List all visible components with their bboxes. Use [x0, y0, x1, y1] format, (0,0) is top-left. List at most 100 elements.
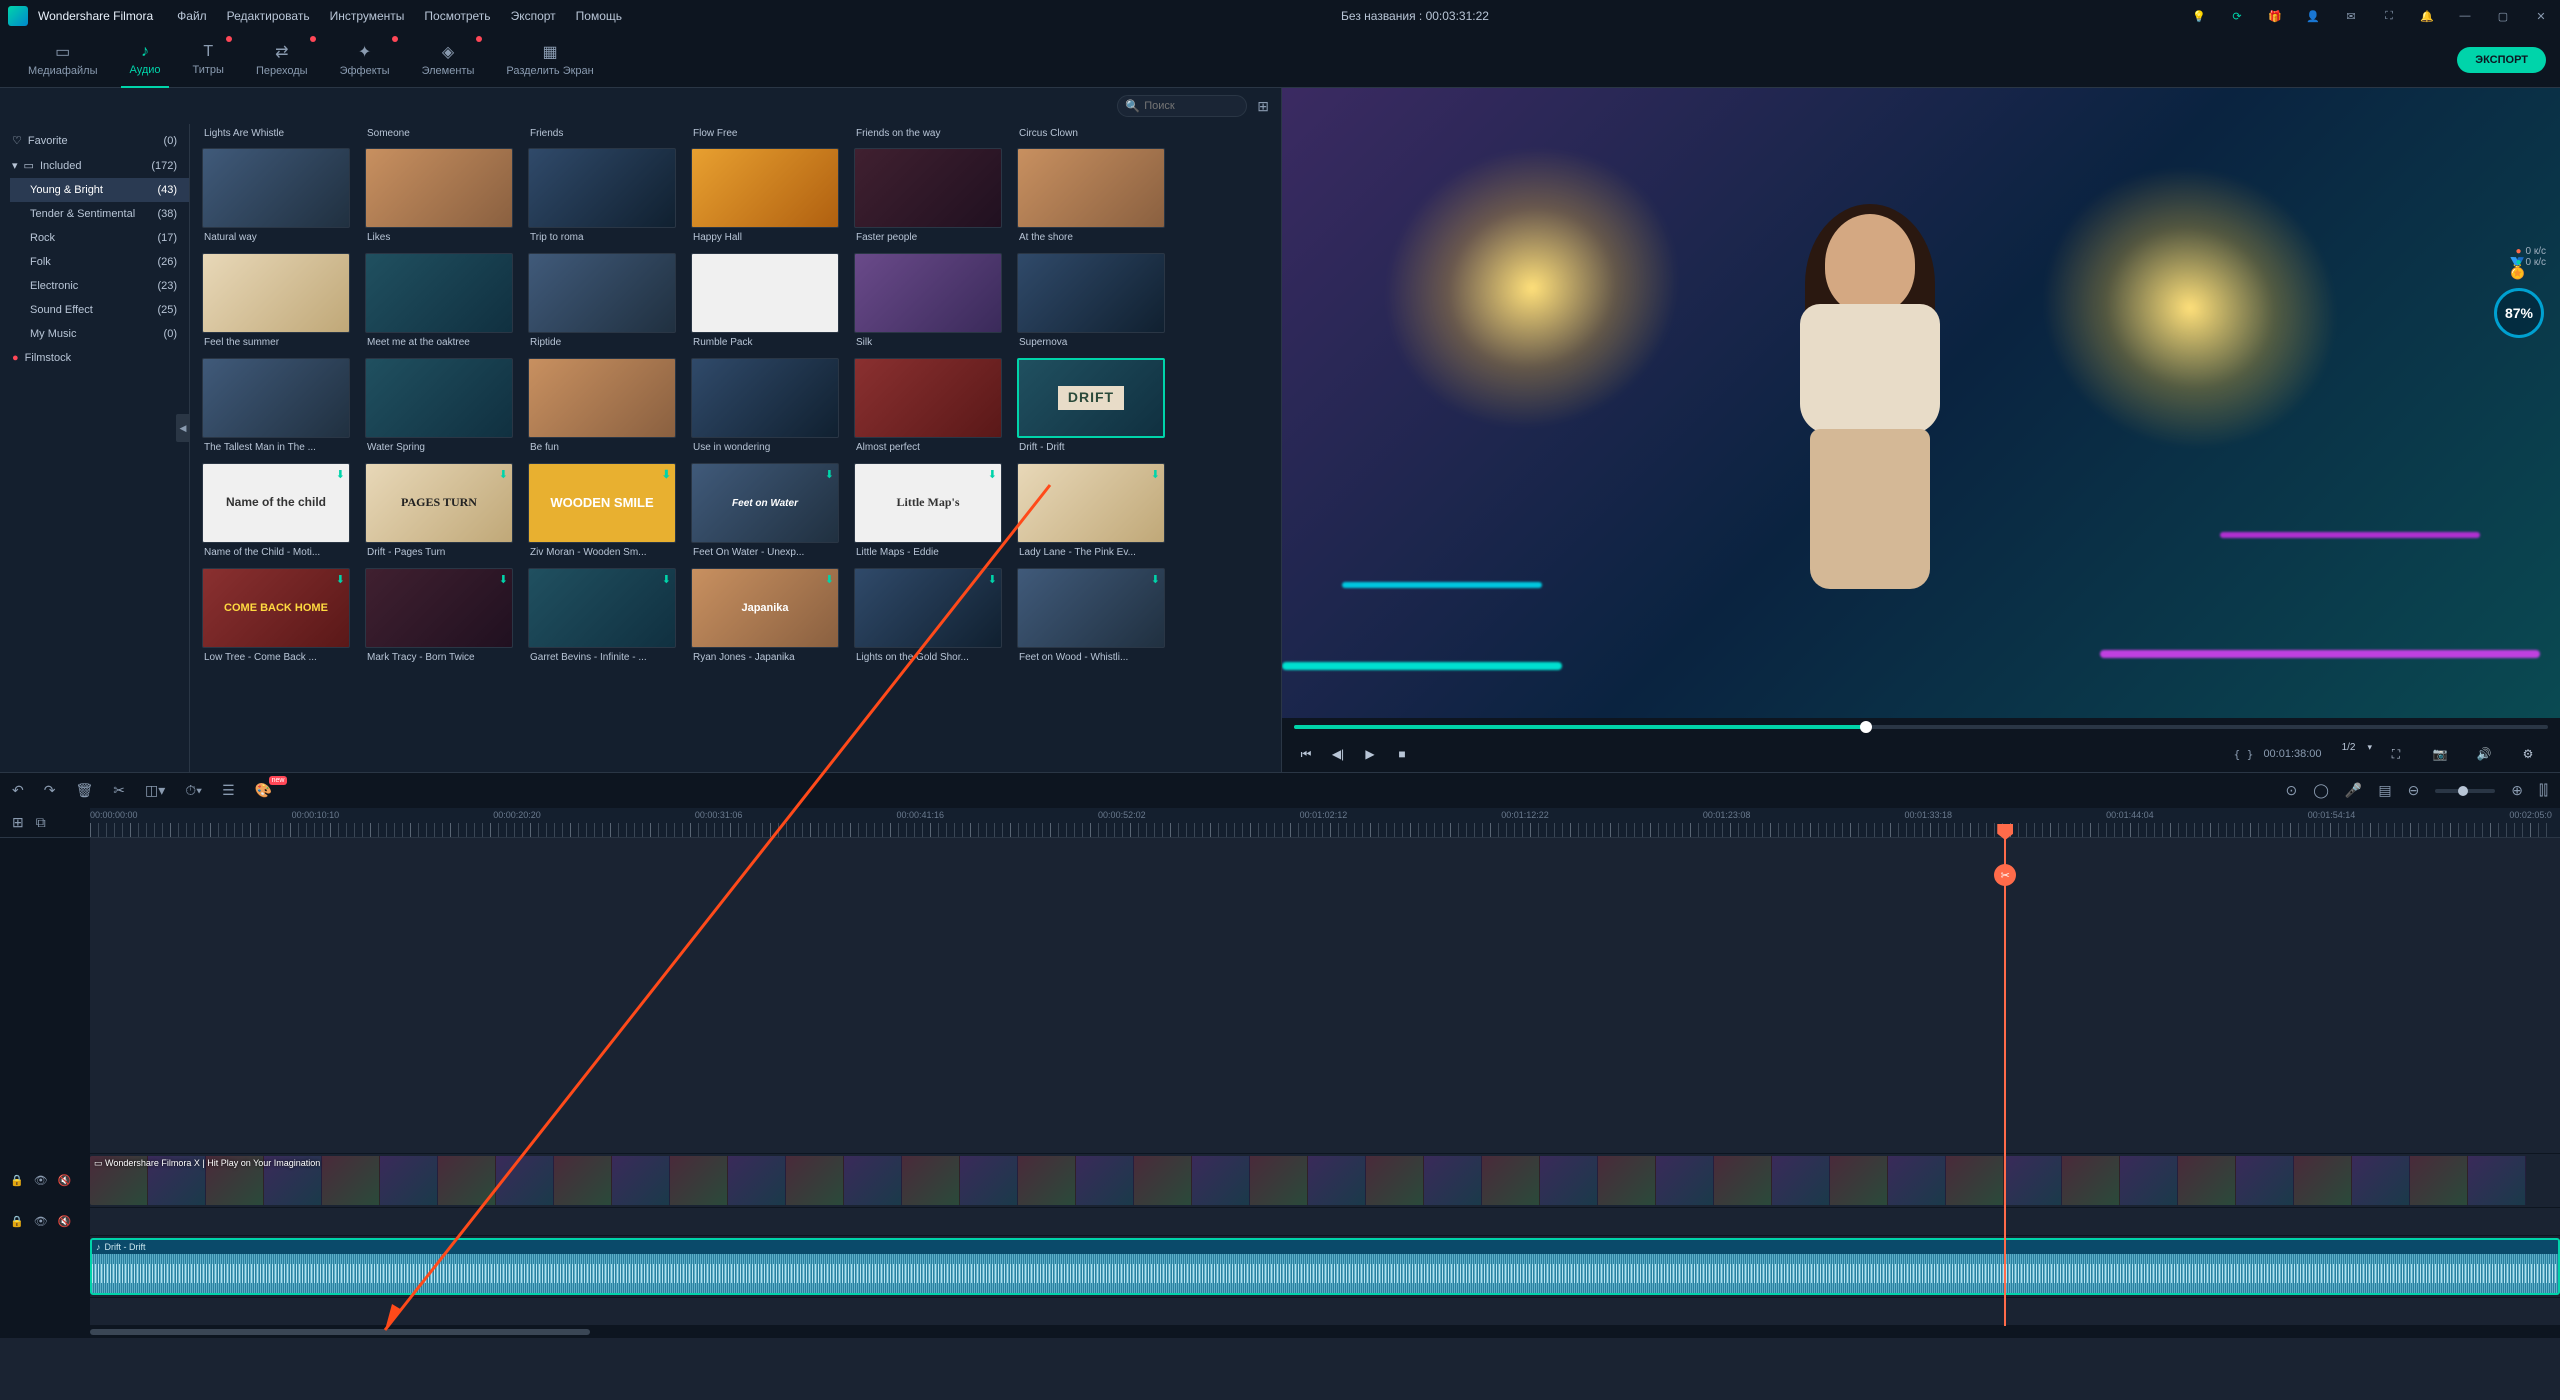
menu-tools[interactable]: Инструменты — [330, 9, 405, 23]
close-icon[interactable]: ✕ — [2530, 5, 2552, 27]
mute-icon[interactable]: 🔇 — [58, 1174, 72, 1187]
sidebar-item-young-bright[interactable]: Young & Bright(43) — [10, 178, 189, 202]
empty-track-area[interactable] — [90, 838, 2560, 1153]
asset-item[interactable]: Trip to roma — [528, 148, 676, 247]
scrub-handle[interactable] — [1860, 721, 1872, 733]
eye-icon[interactable]: 👁 — [34, 1215, 48, 1228]
asset-item[interactable]: Use in wondering — [691, 358, 839, 457]
playhead[interactable]: ✂ — [2004, 838, 2006, 1326]
asset-item[interactable]: Faster people — [854, 148, 1002, 247]
asset-item[interactable]: ⬇Lady Lane - The Pink Ev... — [1017, 463, 1165, 562]
lock-icon[interactable]: 🔒 — [10, 1215, 24, 1228]
menu-view[interactable]: Посмотреть — [424, 9, 490, 23]
cut-icon[interactable]: ✂ — [113, 782, 125, 799]
settings-icon[interactable]: ⚙ — [2516, 742, 2540, 766]
speed-icon[interactable]: ⏱▾ — [185, 782, 202, 799]
zoom-out-icon[interactable]: ⊖ — [2408, 782, 2420, 799]
tab-media[interactable]: ▭Медиафайлы — [12, 32, 113, 88]
asset-item[interactable]: ⬇Lights on the Gold Shor... — [854, 568, 1002, 667]
tab-titles[interactable]: TТитры — [177, 32, 240, 88]
timeline-scrollbar[interactable] — [0, 1326, 2560, 1338]
volume-icon[interactable]: 🔊 — [2472, 742, 2496, 766]
crop-icon[interactable]: ◫▾ — [145, 782, 165, 799]
step-back-icon[interactable]: ◀| — [1326, 742, 1350, 766]
prev-frame-icon[interactable]: ⏮ — [1294, 742, 1318, 766]
fit-icon[interactable]: ⫿⫿ — [2539, 782, 2548, 799]
lock-all-icon[interactable]: ⊞ — [12, 814, 24, 831]
fullscreen-icon[interactable]: ⛶ — [2384, 742, 2408, 766]
preview-scrubber[interactable] — [1282, 718, 2560, 736]
asset-item[interactable]: The Tallest Man in The ... — [202, 358, 350, 457]
sidebar-item-soundeffect[interactable]: Sound Effect(25) — [10, 298, 189, 322]
sidebar-favorite[interactable]: ♡Favorite(0) — [0, 128, 189, 153]
tab-audio[interactable]: ♪Аудио — [113, 32, 176, 88]
lock-icon[interactable]: 🔒 — [10, 1174, 24, 1187]
sidebar-item-rock[interactable]: Rock(17) — [10, 226, 189, 250]
render-icon[interactable]: ⊙ — [2285, 782, 2297, 799]
message-icon[interactable]: ✉ — [2340, 5, 2362, 27]
refresh-icon[interactable]: ⟳ — [2226, 5, 2248, 27]
asset-item[interactable]: DRIFTDrift - Drift — [1017, 358, 1165, 457]
tab-transitions[interactable]: ⇄Переходы — [240, 32, 324, 88]
frame-ratio[interactable]: 1/2 — [2342, 742, 2356, 766]
view-grid-icon[interactable]: ⊞ — [1257, 98, 1269, 115]
asset-item[interactable]: Happy Hall — [691, 148, 839, 247]
stop-icon[interactable]: ■ — [1390, 742, 1414, 766]
sidebar-filmstock[interactable]: ●Filmstock — [0, 346, 189, 370]
asset-item[interactable]: Feel the summer — [202, 253, 350, 352]
asset-item[interactable]: At the shore — [1017, 148, 1165, 247]
maximize-icon[interactable]: ▢ — [2492, 5, 2514, 27]
user-icon[interactable]: 👤 — [2302, 5, 2324, 27]
sidebar-included[interactable]: ▾▭Included(172) — [0, 153, 189, 178]
asset-item[interactable]: Likes — [365, 148, 513, 247]
audio-track[interactable]: ♪Drift - Drift — [0, 1236, 2560, 1298]
marker-icon[interactable]: ◯ — [2313, 782, 2329, 799]
asset-item[interactable]: Silk — [854, 253, 1002, 352]
color-icon[interactable]: 🎨new — [255, 782, 272, 799]
gift-icon[interactable]: 🎁 — [2264, 5, 2286, 27]
lightbulb-icon[interactable]: 💡 — [2188, 5, 2210, 27]
export-button[interactable]: ЭКСПОРТ — [2457, 47, 2546, 73]
asset-item[interactable]: ⬇Little Map'sLittle Maps - Eddie — [854, 463, 1002, 562]
asset-item[interactable]: Be fun — [528, 358, 676, 457]
play-icon[interactable]: ▶ — [1358, 742, 1382, 766]
delete-icon[interactable]: 🗑 — [75, 782, 93, 799]
menu-export[interactable]: Экспорт — [511, 9, 556, 23]
redo-icon[interactable]: ↷ — [44, 782, 56, 799]
asset-item[interactable]: ⬇JapanikaRyan Jones - Japanika — [691, 568, 839, 667]
asset-item[interactable]: ⬇Name of the childName of the Child - Mo… — [202, 463, 350, 562]
sidebar-item-tender[interactable]: Tender & Sentimental(38) — [10, 202, 189, 226]
timeline-ruler[interactable]: ⊞ ⧉ 00:00:00:0000:00:10:1000:00:20:2000:… — [0, 808, 2560, 838]
asset-item[interactable]: Riptide — [528, 253, 676, 352]
tab-elements[interactable]: ◈Элементы — [406, 32, 491, 88]
asset-item[interactable]: Natural way — [202, 148, 350, 247]
asset-item[interactable]: Rumble Pack — [691, 253, 839, 352]
chevron-down-icon[interactable]: ▾ — [2367, 742, 2372, 766]
asset-item[interactable]: ⬇Garret Bevins - Infinite - ... — [528, 568, 676, 667]
sidebar-item-electronic[interactable]: Electronic(23) — [10, 274, 189, 298]
tab-splitscreen[interactable]: ▦Разделить Экран — [490, 32, 609, 88]
asset-item[interactable]: ⬇Mark Tracy - Born Twice — [365, 568, 513, 667]
undo-icon[interactable]: ↶ — [12, 782, 24, 799]
zoom-in-icon[interactable]: ⊕ — [2511, 782, 2523, 799]
bell-icon[interactable]: 🔔 — [2416, 5, 2438, 27]
mute-icon[interactable]: 🔇 — [58, 1215, 72, 1228]
asset-item[interactable]: Meet me at the oaktree — [365, 253, 513, 352]
video-clip[interactable]: ▭ Wondershare Filmora X | Hit Play on Yo… — [90, 1156, 2560, 1205]
asset-item[interactable]: Almost perfect — [854, 358, 1002, 457]
mic-icon[interactable]: 🎤 — [2345, 782, 2362, 799]
minimize-icon[interactable]: — — [2454, 5, 2476, 27]
collapse-sidebar-icon[interactable]: ◀ — [176, 414, 190, 442]
expand-icon[interactable]: ⛶ — [2378, 5, 2400, 27]
mixer-icon[interactable]: ▤ — [2378, 782, 2391, 799]
link-icon[interactable]: ⧉ — [36, 814, 46, 831]
tab-effects[interactable]: ✦Эффекты — [324, 32, 406, 88]
video-preview[interactable]: 🏅 ●0 к/с ●0 к/с 87% — [1282, 88, 2560, 718]
asset-item[interactable]: ⬇Feet on Wood - Whistli... — [1017, 568, 1165, 667]
video-track[interactable]: 🔒👁🔇 ▭ Wondershare Filmora X | Hit Play o… — [0, 1154, 2560, 1208]
asset-item[interactable]: ⬇WOODEN SMILEZiv Moran - Wooden Sm... — [528, 463, 676, 562]
menu-file[interactable]: Файл — [177, 9, 207, 23]
asset-item[interactable]: ⬇Feet on WaterFeet On Water - Unexp... — [691, 463, 839, 562]
menu-edit[interactable]: Редактировать — [227, 9, 310, 23]
zoom-slider[interactable] — [2435, 789, 2495, 793]
